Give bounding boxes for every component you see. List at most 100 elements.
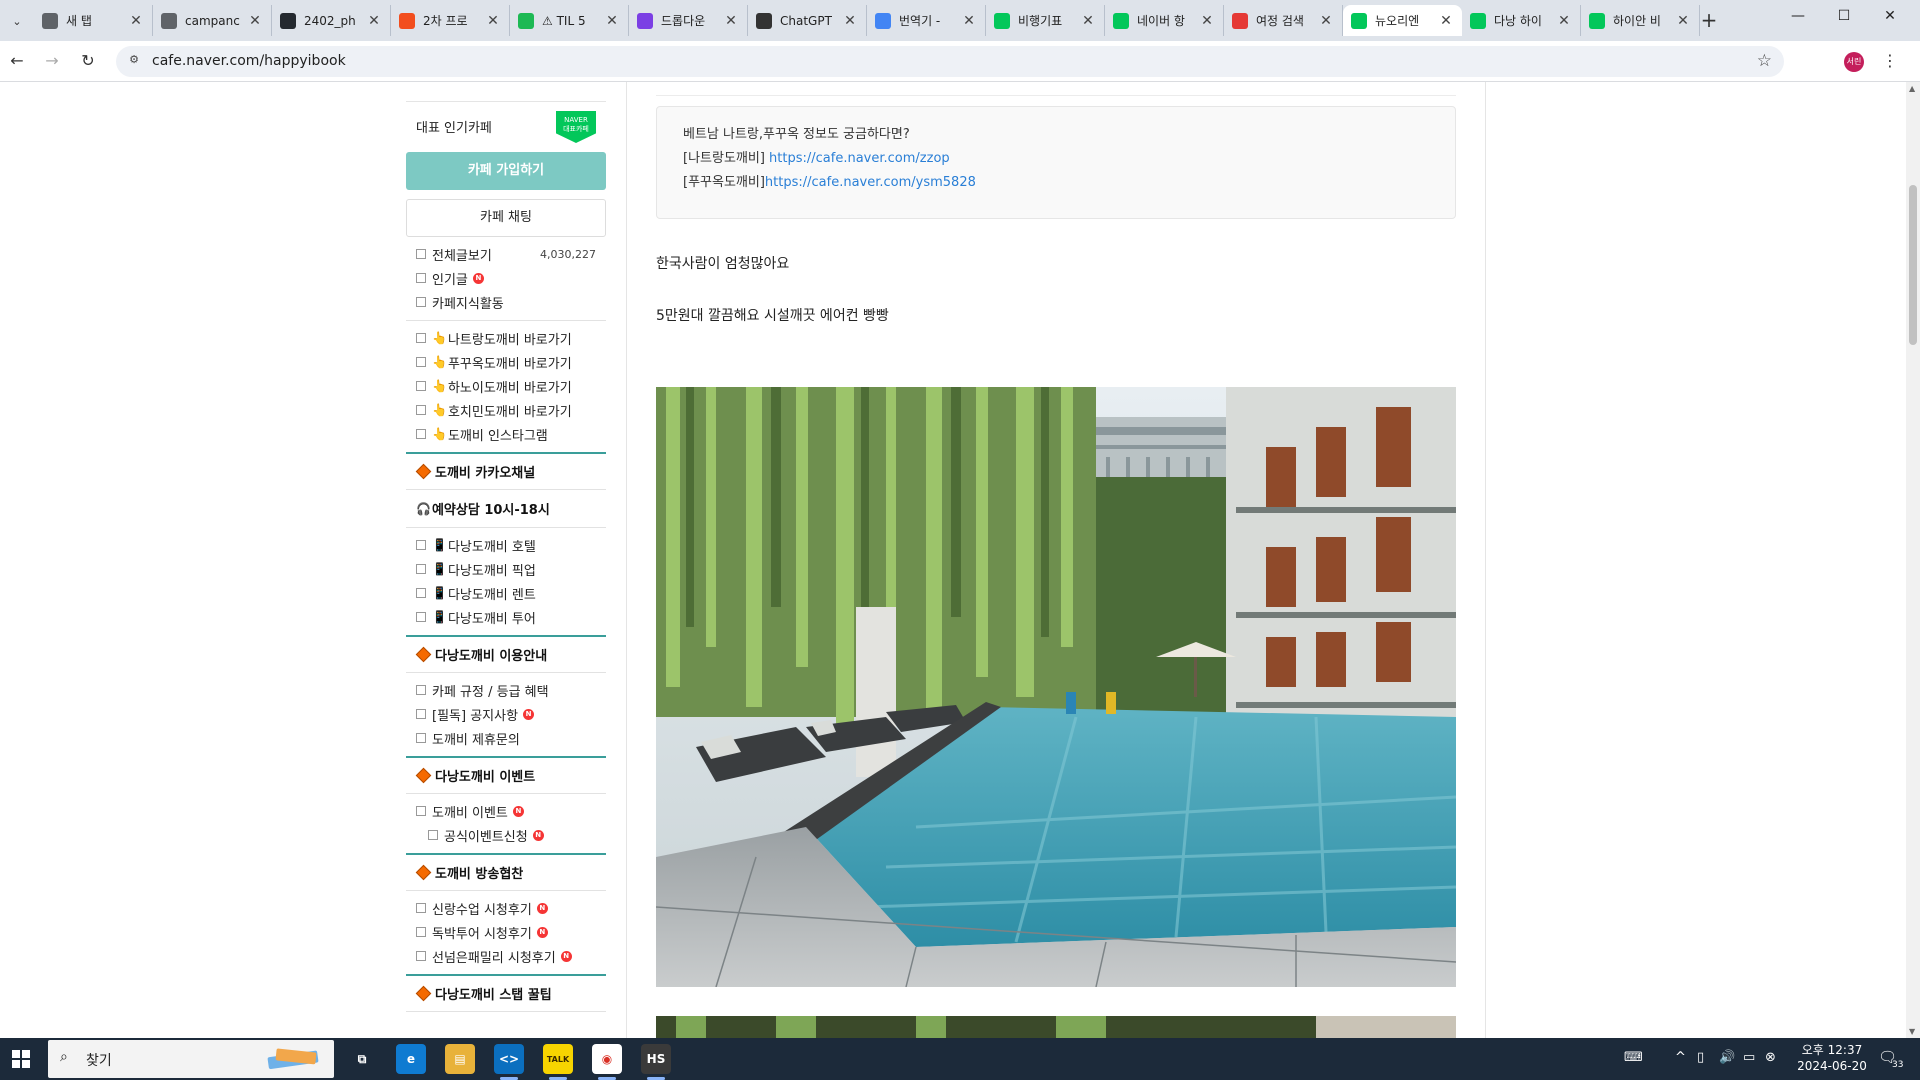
hotel-pool-photo[interactable]: [656, 387, 1456, 987]
close-window-icon[interactable]: ✕: [1867, 8, 1913, 24]
section-broadcast[interactable]: 도깨비 방송협찬: [406, 853, 606, 891]
sidebar-menu-item[interactable]: 👆 푸꾸옥도깨비 바로가기: [406, 350, 606, 374]
tab-close-icon[interactable]: ✕: [723, 13, 739, 29]
network-icon[interactable]: ▭: [1743, 1050, 1755, 1065]
page-scrollbar[interactable]: ▲ ▼: [1906, 82, 1920, 1038]
browser-tab[interactable]: campanc ✕: [153, 5, 272, 36]
tab-close-icon[interactable]: ✕: [961, 13, 977, 29]
maximize-icon[interactable]: ☐: [1821, 8, 1867, 24]
join-cafe-button[interactable]: 카페 가입하기: [406, 152, 606, 190]
sidebar-menu-item[interactable]: 도깨비 제휴문의: [406, 726, 606, 750]
browser-tab[interactable]: 비행기표 ✕: [986, 5, 1105, 36]
battery-icon[interactable]: ▯: [1697, 1050, 1704, 1065]
pointing-hand-icon: 👆: [432, 379, 447, 393]
sidebar-menu-item[interactable]: 📱 다낭도깨비 렌트: [406, 581, 606, 605]
sidebar-menu-item[interactable]: 👆 나트랑도깨비 바로가기: [406, 326, 606, 350]
tab-close-icon[interactable]: ✕: [1080, 13, 1096, 29]
keyboard-icon[interactable]: ⌨: [1624, 1050, 1643, 1065]
browser-tab[interactable]: ⚠ TIL 5 ✕: [510, 5, 629, 36]
site-info-icon[interactable]: ⚙: [126, 53, 142, 69]
section-event[interactable]: 다낭도깨비 이벤트: [406, 756, 606, 794]
sidebar-menu-item[interactable]: 신랑수업 시청후기 N: [406, 896, 606, 920]
sidebar-menu-item[interactable]: 도깨비 이벤트 N: [406, 799, 606, 823]
sidebar-menu-item[interactable]: 👆 호치민도깨비 바로가기: [406, 398, 606, 422]
edge-icon[interactable]: e: [396, 1044, 426, 1074]
sidebar-menu-item[interactable]: 선넘은패밀리 시청후기 N: [406, 944, 606, 968]
sidebar-menu-item[interactable]: [필독] 공지사항 N: [406, 702, 606, 726]
scrollbar-thumb[interactable]: [1909, 185, 1917, 345]
browser-tab[interactable]: 새 탭 ✕: [34, 5, 153, 36]
browser-tab[interactable]: 드롭다운 ✕: [629, 5, 748, 36]
sidebar-menu-item[interactable]: 인기글 N: [406, 266, 606, 290]
phuquoc-link[interactable]: https://cafe.naver.com/ysm5828: [765, 175, 976, 190]
mute-icon[interactable]: ⊗: [1765, 1050, 1776, 1065]
browser-menu-icon[interactable]: ⋮: [1882, 51, 1898, 70]
section-guide[interactable]: 다낭도깨비 이용안내: [406, 635, 606, 673]
sidebar-menu-item[interactable]: 👆 도깨비 인스타그램: [406, 422, 606, 446]
chrome-icon[interactable]: ◉: [592, 1044, 622, 1074]
reload-icon[interactable]: ↻: [77, 50, 99, 72]
sidebar-menu-item[interactable]: 카페지식활동: [406, 290, 606, 314]
browser-tab[interactable]: ChatGPT ✕: [748, 5, 867, 36]
tab-close-icon[interactable]: ✕: [247, 13, 263, 29]
minimize-icon[interactable]: —: [1775, 8, 1821, 24]
sidebar-menu-item[interactable]: 전체글보기 4,030,227: [406, 242, 606, 266]
volume-icon[interactable]: 🔊: [1719, 1050, 1735, 1065]
vscode-icon[interactable]: <>: [494, 1044, 524, 1074]
tab-close-icon[interactable]: ✕: [604, 13, 620, 29]
address-bar[interactable]: ⚙ cafe.naver.com/happyibook ☆: [116, 46, 1784, 77]
new-tab-button[interactable]: +: [1697, 9, 1721, 33]
browser-tab[interactable]: 여정 검색 ✕: [1224, 5, 1343, 36]
next-photo-preview[interactable]: [656, 1016, 1456, 1038]
tray-chevron-icon[interactable]: ^: [1675, 1050, 1686, 1065]
sidebar-menu-item[interactable]: 📱 다낭도깨비 투어: [406, 605, 606, 629]
section-staff-tips[interactable]: 다낭도깨비 스탭 꿀팁: [406, 974, 606, 1012]
notification-center-icon[interactable]: 🗨 33: [1878, 1048, 1908, 1072]
menu-item-label: 독박투어 시청후기: [432, 926, 532, 942]
windows-start-icon[interactable]: [12, 1050, 30, 1068]
profile-avatar[interactable]: 서린: [1844, 52, 1864, 72]
scroll-down-icon[interactable]: ▼: [1909, 1027, 1915, 1036]
browser-tab[interactable]: 하이안 비 ✕: [1581, 5, 1700, 36]
forward-arrow-icon[interactable]: →: [41, 50, 63, 72]
tab-close-icon[interactable]: ✕: [1675, 13, 1691, 29]
tab-close-icon[interactable]: ✕: [366, 13, 382, 29]
sidebar-menu-item[interactable]: 👆 하노이도깨비 바로가기: [406, 374, 606, 398]
sidebar-menu-item[interactable]: 📱 다낭도깨비 픽업: [406, 557, 606, 581]
tab-search-icon[interactable]: ⌄: [6, 10, 28, 32]
bookmark-star-icon[interactable]: ☆: [1757, 51, 1772, 71]
url-text[interactable]: cafe.naver.com/happyibook: [152, 53, 346, 69]
cafe-chat-button[interactable]: 카페 채팅: [406, 199, 606, 237]
phone-icon: 📱: [432, 610, 447, 624]
task-view-icon[interactable]: ⧉: [347, 1044, 377, 1074]
sidebar-menu-item[interactable]: 독박투어 시청후기 N: [406, 920, 606, 944]
article-paragraph: 한국사람이 엄청많아요: [656, 256, 790, 272]
tab-close-icon[interactable]: ✕: [842, 13, 858, 29]
tab-close-icon[interactable]: ✕: [1556, 13, 1572, 29]
section-reservation[interactable]: 🎧 예약상담 10시-18시: [406, 490, 606, 528]
nhatrang-link[interactable]: https://cafe.naver.com/zzop: [769, 151, 950, 166]
scroll-up-icon[interactable]: ▲: [1909, 84, 1915, 93]
tab-close-icon[interactable]: ✕: [1199, 13, 1215, 29]
kakaotalk-icon[interactable]: TALK: [543, 1044, 573, 1074]
back-arrow-icon[interactable]: ←: [6, 50, 28, 72]
sidebar-menu-item[interactable]: 공식이벤트신청 N: [406, 823, 606, 847]
taskbar-search-box[interactable]: ⌕ 찾기: [48, 1040, 334, 1078]
browser-tab[interactable]: 뉴오리엔 ✕: [1343, 5, 1462, 36]
tab-close-icon[interactable]: ✕: [1438, 13, 1454, 29]
hs-icon[interactable]: HS: [641, 1044, 671, 1074]
sidebar-menu-item[interactable]: 카페 규정 / 등급 혜택: [406, 678, 606, 702]
browser-tab[interactable]: 2402_ph ✕: [272, 5, 391, 36]
tab-close-icon[interactable]: ✕: [128, 13, 144, 29]
menu-item-label: 도깨비 제휴문의: [432, 732, 520, 748]
browser-tab[interactable]: 2차 프로 ✕: [391, 5, 510, 36]
sidebar-menu-item[interactable]: 📱 다낭도깨비 호텔: [406, 533, 606, 557]
taskbar-clock[interactable]: 오후 12:37 2024-06-20: [1782, 1042, 1882, 1074]
section-kakao-channel[interactable]: 도깨비 카카오채널: [406, 452, 606, 490]
tab-close-icon[interactable]: ✕: [1318, 13, 1334, 29]
file-explorer-icon[interactable]: ▤: [445, 1044, 475, 1074]
browser-tab[interactable]: 다낭 하이 ✕: [1462, 5, 1581, 36]
tab-close-icon[interactable]: ✕: [485, 13, 501, 29]
browser-tab[interactable]: 네이버 항 ✕: [1105, 5, 1224, 36]
browser-tab[interactable]: 번역기 - ✕: [867, 5, 986, 36]
